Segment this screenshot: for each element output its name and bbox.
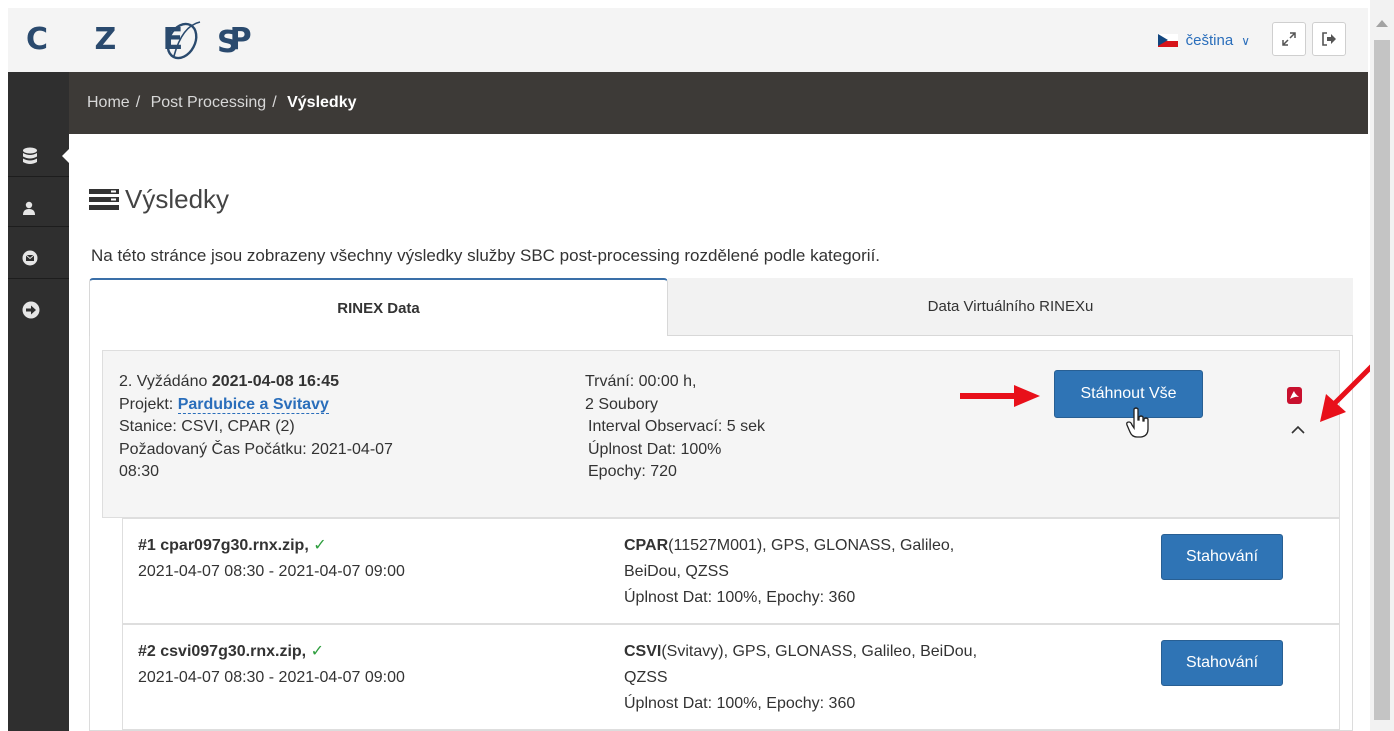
file-name-line: #1 cpar097g30.rnx.zip, ✓ — [138, 533, 405, 559]
request-summary: 2. Vyžádáno 2021-04-08 16:45 Projekt: Pa… — [102, 350, 1340, 518]
duration-line: Trvání: 00:00 h, — [585, 373, 697, 390]
file-systems-line-2: QZSS — [624, 669, 668, 686]
logout-icon — [1322, 32, 1336, 46]
project-label: Projekt: — [119, 395, 178, 413]
breadcrumb-current: Výsledky — [287, 94, 357, 111]
file-details: CSVI(Svitavy), GPS, GLONASS, Galileo, Be… — [624, 639, 1084, 717]
breadcrumb: Home / Post Processing / Výsledky — [87, 94, 357, 112]
file-info: #1 cpar097g30.rnx.zip, ✓ 2021-04-07 08:3… — [138, 533, 405, 585]
main-content: Výsledky Na této stránce jsou zobrazeny … — [69, 134, 1368, 731]
fullscreen-button[interactable] — [1272, 22, 1306, 56]
sidebar — [8, 72, 70, 731]
requested-label: 2. Vyžádáno — [119, 373, 212, 390]
file-name: #2 csvi097g30.rnx.zip, — [138, 643, 307, 660]
chevron-up-icon — [1291, 425, 1305, 434]
download-button[interactable]: Stahování — [1161, 534, 1283, 580]
sidebar-item-user[interactable] — [8, 188, 69, 228]
arrow-circle-icon — [22, 301, 40, 319]
interval-line: Interval Observací: 5 sek — [588, 418, 765, 435]
sidebar-divider — [8, 226, 69, 227]
chevron-down-icon: ∨ — [1241, 33, 1250, 48]
systems-text: (Svitavy), GPS, GLONASS, Galileo, BeiDou… — [661, 643, 978, 660]
collapse-button[interactable] — [1288, 419, 1308, 439]
check-icon: ✓ — [310, 643, 324, 660]
check-icon: ✓ — [313, 537, 327, 554]
systems-text: (11527M001), GPS, GLONASS, Galileo, — [668, 537, 955, 554]
breadcrumb-separator: / — [272, 94, 277, 111]
pdf-symbol — [1290, 391, 1299, 399]
expand-icon — [1282, 32, 1296, 46]
page-title-text: Výsledky — [125, 184, 230, 214]
scrollbar[interactable] — [1370, 0, 1394, 731]
file-systems-line: CSVI(Svitavy), GPS, GLONASS, Galileo, Be… — [624, 639, 1084, 665]
language-label: čeština — [1185, 32, 1234, 49]
file-name-line: #2 csvi097g30.rnx.zip, ✓ — [138, 639, 405, 665]
breadcrumb-separator: / — [135, 94, 141, 111]
sidebar-item-data[interactable] — [8, 136, 70, 176]
completeness-line: Úplnost Dat: 100% — [588, 440, 722, 458]
file-row: #2 csvi097g30.rnx.zip, ✓ 2021-04-07 08:3… — [122, 624, 1340, 730]
file-systems-line-2: BeiDou, QZSS — [624, 563, 729, 580]
tab-rinex-data[interactable]: RINEX Data — [89, 278, 668, 336]
page-intro: Na této stránce jsou zobrazeny všechny v… — [91, 246, 881, 265]
project-line: Projekt: Pardubice a Svitavy — [119, 394, 459, 417]
pdf-icon[interactable] — [1287, 387, 1302, 404]
file-details: CPAR(11527M001), GPS, GLONASS, Galileo, … — [624, 533, 1084, 611]
request-details-left: 2. Vyžádáno 2021-04-08 16:45 Projekt: Pa… — [119, 371, 459, 484]
file-stats: Úplnost Dat: 100%, Epochy: 360 — [624, 695, 856, 712]
sidebar-item-logout[interactable] — [8, 290, 69, 330]
breadcrumb-bar: Home / Post Processing / Výsledky — [69, 72, 1368, 134]
database-icon — [23, 147, 37, 164]
tab-virtual-rinex[interactable]: Data Virtuálního RINEXu — [668, 278, 1353, 336]
file-stats: Úplnost Dat: 100%, Epochy: 360 — [624, 589, 856, 606]
logout-button[interactable] — [1312, 22, 1346, 56]
user-icon — [23, 201, 35, 215]
file-row: #1 cpar097g30.rnx.zip, ✓ 2021-04-07 08:3… — [122, 518, 1340, 624]
sidebar-divider — [8, 176, 69, 177]
scrollbar-thumb[interactable] — [1374, 40, 1390, 720]
file-systems-line: CPAR(11527M001), GPS, GLONASS, Galileo, — [624, 533, 1084, 559]
file-time-range: 2021-04-07 08:30 - 2021-04-07 09:00 — [138, 563, 405, 580]
start-time-line: Požadovaný Čas Počátku: 2021-04-07 — [119, 440, 393, 458]
breadcrumb-post-processing[interactable]: Post Processing — [151, 94, 267, 111]
sidebar-item-mail[interactable] — [8, 238, 69, 278]
annotation-arrow-diagonal — [1320, 364, 1374, 422]
result-tabs: RINEX Data Data Virtuálního RINEXu — [89, 278, 1353, 336]
file-name: #1 cpar097g30.rnx.zip, — [138, 537, 309, 554]
top-header: C Z E P S čeština ∨ — [8, 8, 1368, 72]
breadcrumb-home[interactable]: Home — [87, 94, 130, 111]
list-icon — [89, 188, 119, 210]
request-details-right: Trvání: 00:00 h, 2 Soubory Interval Obse… — [585, 371, 765, 484]
annotation-arrow-right — [960, 385, 1040, 407]
czech-flag-icon — [1157, 34, 1178, 47]
logo-mark: S — [166, 21, 239, 60]
sidebar-divider — [8, 278, 69, 279]
tab-panel: 2. Vyžádáno 2021-04-08 16:45 Projekt: Pa… — [89, 336, 1353, 731]
start-time-line-2: 08:30 — [119, 463, 160, 480]
hand-pointer-icon — [1126, 407, 1149, 438]
mail-icon — [22, 250, 38, 266]
project-link[interactable]: Pardubice a Svitavy — [177, 395, 329, 414]
scroll-up-icon[interactable] — [1376, 20, 1388, 27]
requested-line: 2. Vyžádáno 2021-04-08 16:45 — [119, 371, 459, 394]
page-title: Výsledky — [89, 184, 229, 215]
station-code: CSVI — [624, 643, 662, 660]
requested-date: 2021-04-08 16:45 — [211, 373, 340, 390]
file-time-range: 2021-04-07 08:30 - 2021-04-07 09:00 — [138, 669, 405, 686]
svg-text:S: S — [217, 25, 239, 60]
download-button[interactable]: Stahování — [1161, 640, 1283, 686]
file-info: #2 csvi097g30.rnx.zip, ✓ 2021-04-07 08:3… — [138, 639, 405, 691]
language-selector[interactable]: čeština ∨ — [1157, 32, 1250, 49]
files-count-line: 2 Soubory — [585, 395, 658, 413]
station-code: CPAR — [624, 537, 669, 554]
stations-line: Stanice: CSVI, CPAR (2) — [119, 418, 295, 435]
epochs-line: Epochy: 720 — [588, 463, 677, 480]
